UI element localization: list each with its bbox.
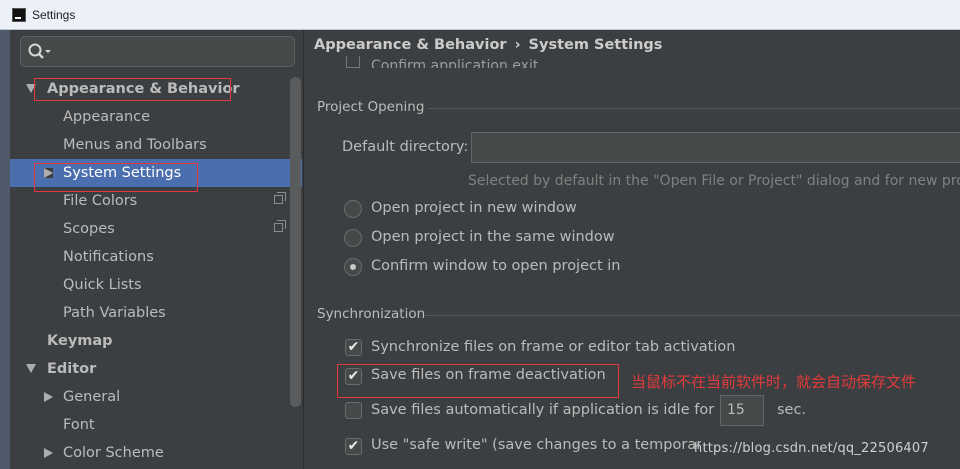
section-separator	[424, 315, 960, 316]
checkmark-icon: ✔	[347, 339, 360, 355]
safe-write-label[interactable]: Use "safe write" (save changes to a temp…	[371, 437, 701, 453]
intellij-app-icon	[12, 8, 26, 22]
radio-new-window-label[interactable]: Open project in new window	[371, 200, 577, 216]
search-input[interactable]	[53, 41, 292, 64]
tree-item-label: Font	[63, 417, 95, 433]
idle-seconds-field[interactable]: 15	[720, 395, 764, 426]
tree-item-quick-lists[interactable]: Quick Lists	[10, 271, 302, 299]
tree-item-path-variables[interactable]: Path Variables	[10, 299, 302, 327]
tree-item-keymap[interactable]: Keymap	[10, 327, 302, 355]
tree-item-color-scheme[interactable]: Color Scheme	[10, 439, 302, 467]
sync-on-activation-checkbox[interactable]: ✔	[345, 339, 362, 356]
search-icon	[28, 43, 51, 59]
tree-item-appearance[interactable]: Appearance	[10, 103, 302, 131]
tree-item-label: Keymap	[47, 333, 113, 349]
radio-new-window[interactable]	[344, 200, 362, 218]
tree-item-label: Editor	[47, 361, 97, 377]
tree-item-general[interactable]: General	[10, 383, 302, 411]
annotation-box-appearance-behavior	[34, 78, 231, 101]
default-directory-field[interactable]	[471, 132, 960, 163]
save-when-idle-checkbox[interactable]	[345, 402, 362, 419]
radio-same-window[interactable]	[344, 229, 362, 247]
tree-item-label: General	[63, 389, 121, 405]
safe-write-checkbox[interactable]: ✔	[345, 438, 362, 455]
radio-confirm-window-label[interactable]: Confirm window to open project in	[371, 258, 621, 274]
tree-item-label: Path Variables	[63, 305, 166, 321]
tree-item-label: Scopes	[63, 221, 115, 237]
tree-item-label: Color Scheme	[63, 445, 164, 461]
watermark-text: https://blog.csdn.net/qq_22506407	[694, 441, 929, 456]
tree-item-label: Menus and Toolbars	[63, 137, 207, 153]
breadcrumb: Appearance & Behavior › System Settings	[314, 37, 662, 53]
annotation-text: 当鼠标不在当前软件时，就会自动保存文件	[631, 373, 917, 391]
confirm-exit-label-partial: Confirm application exit	[371, 58, 539, 68]
collapsed-arrow-icon	[44, 448, 53, 458]
section-separator	[428, 108, 960, 109]
breadcrumb-parent[interactable]: Appearance & Behavior	[314, 37, 507, 53]
settings-search-box[interactable]	[20, 36, 295, 67]
expanded-arrow-icon	[26, 364, 36, 373]
radio-confirm-window[interactable]	[344, 258, 362, 276]
window-title: Settings	[32, 8, 76, 22]
idle-seconds-unit: sec.	[777, 402, 807, 418]
annotation-box-system-settings	[34, 163, 198, 192]
tree-item-menus-toolbars[interactable]: Menus and Toolbars	[10, 131, 302, 159]
project-level-icon	[274, 220, 286, 232]
collapsed-arrow-icon	[44, 392, 53, 402]
tree-item-label: Notifications	[63, 249, 154, 265]
project-opening-title: Project Opening	[317, 99, 425, 115]
save-when-idle-label[interactable]: Save files automatically if application …	[371, 402, 714, 418]
breadcrumb-current: System Settings	[528, 37, 663, 53]
tree-item-font[interactable]: Font	[10, 411, 302, 439]
annotation-box-save-deactivation	[337, 364, 619, 398]
default-directory-hint: Selected by default in the "Open File or…	[468, 173, 960, 189]
tree-item-editor[interactable]: Editor	[10, 355, 302, 383]
checkmark-icon: ✔	[347, 438, 360, 454]
radio-same-window-label[interactable]: Open project in the same window	[371, 229, 615, 245]
window-titlebar: Settings	[0, 0, 960, 30]
confirm-exit-checkbox-partial[interactable]	[346, 56, 360, 68]
left-window-edge	[0, 30, 10, 469]
default-directory-label: Default directory:	[342, 139, 469, 155]
sync-on-activation-label[interactable]: Synchronize files on frame or editor tab…	[371, 339, 735, 355]
tree-item-label: Appearance	[63, 109, 151, 125]
breadcrumb-separator: ›	[514, 37, 521, 53]
tree-item-scopes[interactable]: Scopes	[10, 215, 302, 243]
tree-item-notifications[interactable]: Notifications	[10, 243, 302, 271]
synchronization-title: Synchronization	[317, 306, 426, 322]
tree-scrollbar[interactable]	[290, 77, 301, 407]
tree-item-label: Quick Lists	[63, 277, 142, 293]
project-level-icon	[274, 192, 286, 204]
